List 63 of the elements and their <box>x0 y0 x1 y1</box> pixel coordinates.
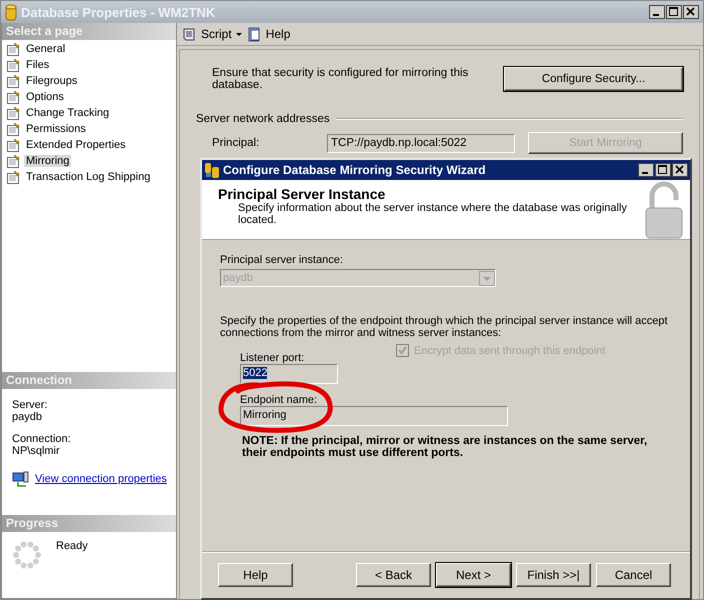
page-icon <box>6 42 20 56</box>
sidebar-item[interactable]: General <box>24 43 68 55</box>
sidebar-item[interactable]: Extended Properties <box>24 139 128 151</box>
wizard-button[interactable]: Cancel <box>596 563 671 587</box>
window-title: Configure Database Mirroring Security Wizard <box>223 163 486 177</box>
sidebar-item[interactable]: Filegroups <box>24 75 80 87</box>
window-title: Database Properties - WM2TNK <box>21 4 216 20</box>
group-label: Server network addresses <box>196 113 330 125</box>
wizard-button[interactable]: Finish >>| <box>516 563 591 587</box>
progress-status: Ready <box>56 540 88 554</box>
connection-link[interactable]: View connection properties <box>35 473 167 485</box>
sidebar-item[interactable]: Transaction Log Shipping <box>24 171 152 183</box>
maximize-button[interactable] <box>666 5 682 19</box>
database-icon <box>5 4 17 20</box>
wizard-button[interactable]: < Back <box>356 563 431 587</box>
page-description: Specify information about the server instance where the database was originally located. <box>237 202 628 226</box>
page-icon <box>6 58 20 72</box>
minimize-button[interactable] <box>638 163 654 177</box>
principal-label: Principal: <box>212 137 260 149</box>
minimize-button[interactable] <box>649 5 665 19</box>
sidebar-item[interactable]: Change Tracking <box>24 107 112 119</box>
server-label: Server: <box>12 399 48 411</box>
help-button[interactable]: Help <box>266 27 290 41</box>
script-button[interactable]: Script <box>201 27 232 41</box>
endpoint-label: Endpoint name: <box>240 394 318 406</box>
port-label: Listener port: <box>240 352 306 364</box>
connection-icon <box>12 471 29 487</box>
close-button[interactable] <box>683 5 699 19</box>
page-icon <box>6 170 20 184</box>
page-icon <box>6 74 20 88</box>
principal-address-field: TCP://paydb.np.local:5022 <box>327 134 515 152</box>
note-text: NOTE: If the principal, mirror or witness are instances on the same server, their endpoints must use different ports. <box>242 435 648 459</box>
maximize-button[interactable] <box>655 163 671 177</box>
spinner-icon <box>12 540 42 570</box>
server-value: paydb <box>12 411 43 423</box>
endpoint-field[interactable]: Mirroring <box>240 406 508 426</box>
page-icon <box>6 138 20 152</box>
connection-label: Connection: <box>12 433 72 445</box>
security-text: Ensure that security is configured for mirroring this database. <box>212 67 470 91</box>
page-icon <box>6 90 20 104</box>
port-field[interactable]: 5022 <box>240 364 338 384</box>
page-icon <box>6 122 20 136</box>
endpoint-text: Specify the properties of the endpoint through which the principal server instance will accept connections from the mirror and witness server instances: <box>220 315 669 339</box>
wizard-button[interactable]: Help <box>218 563 293 587</box>
instance-label: Principal server instance: <box>220 254 344 266</box>
wizard-button[interactable]: Next > <box>436 563 511 587</box>
sidebar-item[interactable]: Permissions <box>24 123 88 135</box>
sidebar-item[interactable]: Options <box>24 91 66 103</box>
sidebar-item[interactable]: Mirroring <box>24 155 72 167</box>
section-header: Select a page <box>2 23 176 40</box>
section-header: Connection <box>2 372 176 389</box>
wizard-icon <box>204 162 220 178</box>
caret-icon[interactable] <box>236 32 242 36</box>
connection-value: NP\sqlmir <box>12 445 61 457</box>
help-icon[interactable] <box>246 26 262 42</box>
page-icon <box>6 106 20 120</box>
configure-security-button[interactable]: Configure Security... <box>504 67 683 91</box>
section-header: Progress <box>2 515 176 532</box>
page-heading: Principal Server Instance <box>218 186 386 202</box>
sidebar-item[interactable]: Files <box>24 59 52 71</box>
page-icon <box>6 154 20 168</box>
close-button[interactable] <box>672 163 688 177</box>
script-icon[interactable] <box>181 26 197 42</box>
